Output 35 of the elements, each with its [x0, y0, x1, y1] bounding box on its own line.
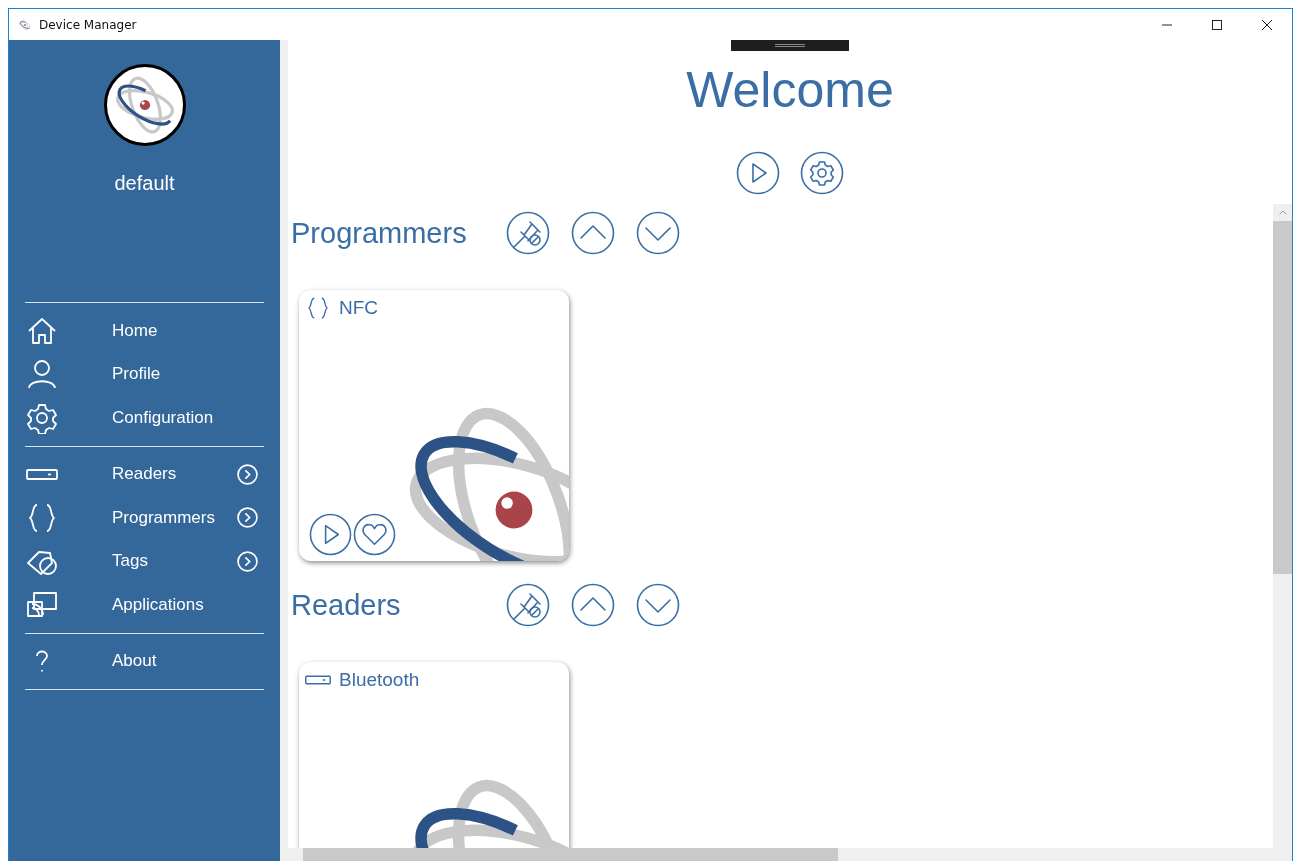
settings-button[interactable] — [800, 151, 844, 195]
device-card[interactable]: NFC — [299, 290, 569, 561]
card-title: Bluetooth — [339, 669, 420, 691]
move-up-button[interactable] — [571, 211, 615, 255]
move-down-button[interactable] — [636, 583, 680, 627]
sidebar-item[interactable]: About — [25, 639, 264, 683]
section-title: Readers — [291, 588, 402, 622]
move-up-button[interactable] — [571, 583, 615, 627]
play-button[interactable] — [309, 513, 352, 556]
window-title: Device Manager — [39, 17, 137, 32]
card-title: NFC — [339, 297, 379, 319]
drag-handle[interactable] — [731, 40, 849, 51]
app-icon — [19, 18, 31, 31]
settings-icon — [25, 401, 59, 434]
favorite-button[interactable] — [353, 513, 396, 556]
section-title: Programmers — [291, 216, 468, 250]
sidebar-item[interactable]: Profile — [25, 352, 264, 396]
move-down-button[interactable] — [636, 211, 680, 255]
device-card[interactable]: Bluetooth — [299, 662, 569, 848]
vertical-scrollbar[interactable] — [1273, 204, 1292, 848]
close-icon — [1261, 18, 1273, 31]
sidebar-item[interactable]: Home — [25, 309, 264, 353]
play-button[interactable] — [736, 151, 780, 195]
reader-icon — [25, 468, 59, 480]
maximize-icon — [1211, 18, 1223, 31]
sidebar-item[interactable]: Tags — [25, 539, 264, 583]
sidebar-item[interactable]: Configuration — [25, 396, 264, 440]
profile-icon — [25, 358, 59, 391]
page-title: Welcome — [686, 65, 894, 115]
profile-name: default — [114, 172, 175, 195]
minimize-icon — [1161, 23, 1173, 26]
sidebar-item[interactable]: Applications — [25, 583, 264, 627]
sidebar-item[interactable]: Programmers — [25, 496, 264, 540]
horizontal-scrollbar[interactable] — [288, 848, 1292, 861]
sidebar-item[interactable]: Readers — [25, 452, 264, 496]
